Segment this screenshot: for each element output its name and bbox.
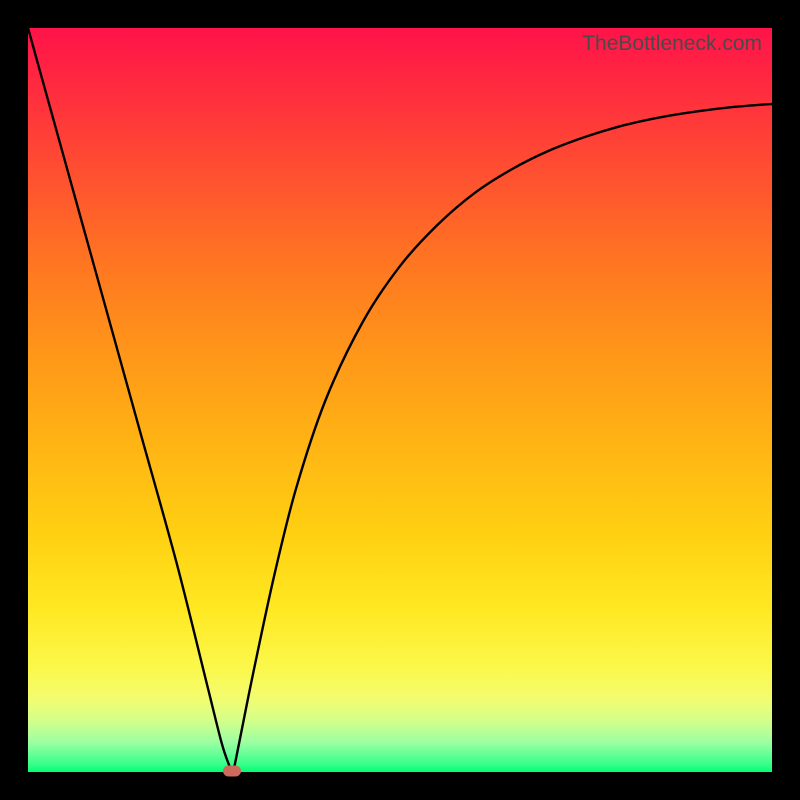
plot-area: TheBottleneck.com: [28, 28, 772, 772]
optimum-marker: [223, 765, 241, 776]
bottleneck-curve: [28, 28, 772, 772]
chart-frame: TheBottleneck.com: [0, 0, 800, 800]
